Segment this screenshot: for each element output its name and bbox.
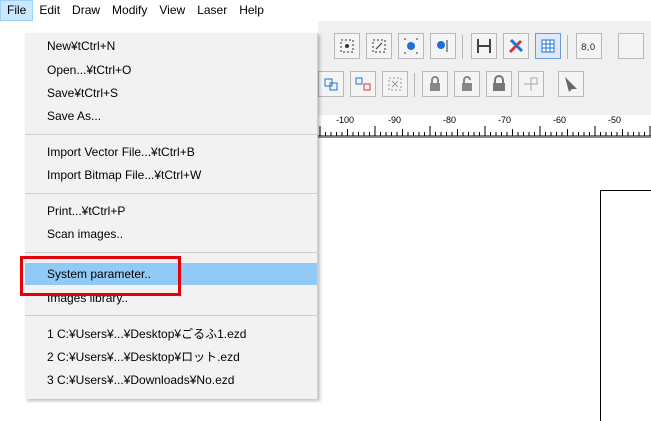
lock-icon[interactable] bbox=[422, 71, 448, 97]
menu-separator bbox=[25, 315, 317, 316]
hatch-icon[interactable]: 8,0 bbox=[576, 33, 602, 59]
ruler-label: -80 bbox=[443, 115, 457, 125]
menu-item-import-vector[interactable]: Import Vector File...¥tCtrl+B bbox=[25, 141, 317, 163]
menu-modify[interactable]: Modify bbox=[106, 0, 153, 21]
menu-separator bbox=[25, 193, 317, 194]
menu-item-save-as[interactable]: Save As... bbox=[25, 105, 317, 127]
pointer-tool-icon[interactable] bbox=[558, 71, 584, 97]
ruler-ticks bbox=[318, 126, 651, 137]
toolbar-bottom bbox=[318, 71, 651, 105]
menu-draw[interactable]: Draw bbox=[66, 0, 106, 21]
menu-laser[interactable]: Laser bbox=[191, 0, 233, 21]
menu-bar: File Edit Draw Modify View Laser Help bbox=[0, 0, 651, 21]
menu-item-recent-file-2[interactable]: 2 C:¥Users¥...¥Desktop¥ロット.ezd bbox=[25, 346, 317, 368]
toolbar-separator bbox=[567, 35, 568, 59]
menu-help[interactable]: Help bbox=[233, 0, 270, 21]
group-icon[interactable] bbox=[318, 71, 344, 97]
menu-item-import-bitmap[interactable]: Import Bitmap File...¥tCtrl+W bbox=[25, 164, 317, 186]
move-origin-icon[interactable] bbox=[518, 71, 544, 97]
workspace: 8,0 -100 -90 -80 -70 -60 -50 bbox=[318, 21, 651, 421]
menu-edit[interactable]: Edit bbox=[33, 0, 66, 21]
node-add-icon[interactable] bbox=[398, 33, 424, 59]
ruler-label: -70 bbox=[498, 115, 512, 125]
unlock-icon[interactable] bbox=[454, 71, 480, 97]
menu-item-save[interactable]: Save¥tCtrl+S bbox=[25, 82, 317, 104]
menu-item-print[interactable]: Print...¥tCtrl+P bbox=[25, 200, 317, 222]
ungroup-icon[interactable] bbox=[350, 71, 376, 97]
svg-text:8,0: 8,0 bbox=[581, 43, 596, 53]
grid-icon[interactable] bbox=[535, 33, 561, 59]
menu-item-images-library[interactable]: Images library.. bbox=[25, 287, 317, 309]
lock-all-icon[interactable] bbox=[486, 71, 512, 97]
menu-item-scan-images[interactable]: Scan images.. bbox=[25, 223, 317, 245]
menu-item-recent-file-1[interactable]: 1 C:¥Users¥...¥Desktop¥ごるふ1.ezd bbox=[25, 323, 317, 345]
menu-item-new[interactable]: New¥tCtrl+N bbox=[25, 35, 317, 57]
toolbar-more-icon[interactable] bbox=[618, 33, 644, 59]
ruler-label: -50 bbox=[608, 115, 622, 125]
toolbar-separator bbox=[462, 35, 463, 59]
combine-icon[interactable] bbox=[382, 71, 408, 97]
menu-item-open[interactable]: Open...¥tCtrl+O bbox=[25, 59, 317, 81]
ruler-label: -100 bbox=[336, 115, 355, 125]
file-dropdown-menu: New¥tCtrl+N Open...¥tCtrl+O Save¥tCtrl+S… bbox=[25, 33, 318, 399]
horizontal-ruler: -100 -90 -80 -70 -60 -50 bbox=[318, 115, 651, 138]
menu-item-system-parameter[interactable]: System parameter.. bbox=[25, 263, 317, 285]
node-move-icon[interactable] bbox=[366, 33, 392, 59]
toolbar-top: 8,0 bbox=[318, 33, 651, 67]
node-select-icon[interactable] bbox=[430, 33, 456, 59]
ruler-label: -60 bbox=[553, 115, 567, 125]
menu-file[interactable]: File bbox=[0, 0, 34, 21]
menu-separator bbox=[25, 252, 317, 253]
node-edit-icon[interactable] bbox=[334, 33, 360, 59]
menu-separator bbox=[25, 134, 317, 135]
drawing-canvas[interactable] bbox=[318, 138, 651, 421]
toolbar-separator bbox=[414, 73, 415, 97]
ruler-label: -90 bbox=[388, 115, 402, 125]
menu-view[interactable]: View bbox=[153, 0, 191, 21]
h-align-icon[interactable] bbox=[471, 33, 497, 59]
menu-item-recent-file-3[interactable]: 3 C:¥Users¥...¥Downloads¥No.ezd bbox=[25, 369, 317, 391]
canvas-page-border bbox=[600, 190, 651, 421]
tools-icon[interactable] bbox=[503, 33, 529, 59]
